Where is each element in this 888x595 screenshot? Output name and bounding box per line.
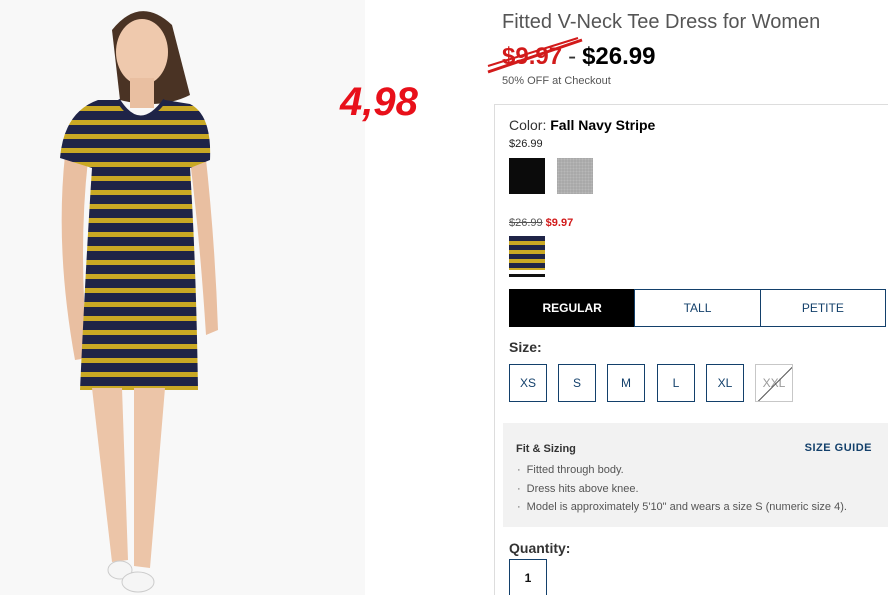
size-label: Size:: [509, 339, 542, 355]
swatch-heather-gray[interactable]: [557, 158, 593, 194]
sale-prices: $26.99 $9.97: [509, 217, 573, 229]
color-heading: Color: Fall Navy Stripe: [509, 117, 655, 133]
size-xl-button[interactable]: XL: [706, 364, 744, 402]
product-title: Fitted V-Neck Tee Dress for Women: [502, 11, 821, 33]
size-xxl-button[interactable]: XXL: [755, 364, 793, 402]
list-item: Model is approximately 5'10" and wears a…: [517, 498, 847, 517]
tab-tall[interactable]: TALL: [634, 289, 761, 327]
size-l-button[interactable]: L: [657, 364, 695, 402]
strike-mark: [487, 37, 583, 74]
model-illustration: [60, 11, 218, 593]
tab-regular[interactable]: REGULAR: [509, 289, 636, 327]
product-image[interactable]: [0, 0, 365, 595]
list-item: Dress hits above knee.: [517, 480, 847, 499]
fit-sizing-box: Fit & Sizing SIZE GUIDE Fitted through b…: [503, 423, 888, 527]
current-price: $26.99: [582, 43, 656, 70]
fit-type-tabs: REGULAR TALL PETITE: [509, 289, 886, 327]
sale-now-price: $9.97: [545, 217, 574, 229]
promo-text: 50% OFF at Checkout: [502, 75, 611, 87]
quantity-input[interactable]: 1: [509, 559, 547, 595]
size-s-button[interactable]: S: [558, 364, 596, 402]
fit-sizing-title: Fit & Sizing: [516, 443, 576, 455]
swatch-navy-stripe[interactable]: [509, 236, 545, 270]
selected-swatch-indicator: [509, 274, 545, 277]
selected-color: Fall Navy Stripe: [550, 117, 656, 133]
sale-was-price: $26.99: [509, 217, 543, 229]
color-label: Color:: [509, 117, 547, 133]
fit-sizing-list: Fitted through body. Dress hits above kn…: [517, 461, 847, 517]
regular-price: $26.99: [509, 138, 543, 150]
quantity-label: Quantity:: [509, 540, 571, 556]
price-annotation: 4,98: [340, 80, 418, 124]
panel-border: [494, 104, 495, 595]
panel-divider: [494, 104, 888, 105]
size-xs-button[interactable]: XS: [509, 364, 547, 402]
tab-petite[interactable]: PETITE: [759, 289, 886, 327]
list-item: Fitted through body.: [517, 461, 847, 480]
swatch-black[interactable]: [509, 158, 545, 194]
size-m-button[interactable]: M: [607, 364, 645, 402]
size-guide-link[interactable]: SIZE GUIDE: [805, 442, 872, 454]
